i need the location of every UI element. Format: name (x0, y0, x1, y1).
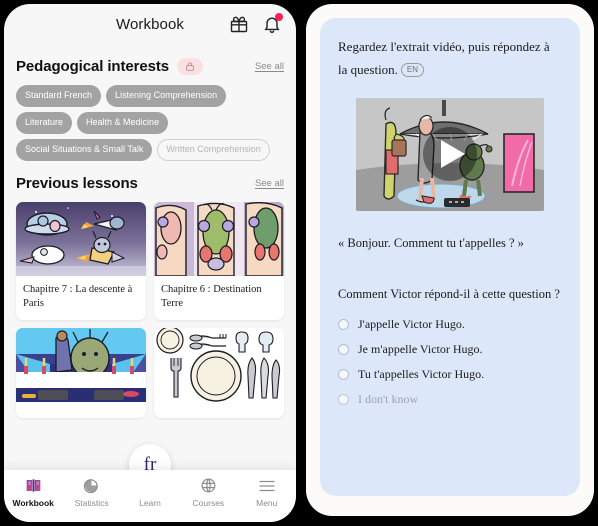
exercise-prompt: Regardez l'extrait vidéo, puis répondez … (338, 36, 562, 82)
nav-label: Learn (139, 498, 161, 508)
nav-label: Menu (256, 498, 278, 508)
lesson-thumbnail-airplane-cabin (154, 202, 284, 276)
book-icon (25, 477, 42, 494)
answer-label: Je m'appelle Victor Hugo. (358, 342, 483, 357)
answer-label: J'appelle Victor Hugo. (358, 317, 465, 332)
notifications-bell[interactable] (262, 13, 283, 34)
answer-option[interactable]: J'appelle Victor Hugo. (338, 312, 562, 337)
answer-choices: J'appelle Victor Hugo. Je m'appelle Vict… (338, 312, 562, 412)
lock-badge (176, 58, 203, 75)
interest-tag[interactable]: Listening Comprehension (106, 85, 227, 107)
video-thumbnail (356, 97, 544, 211)
lessons-header: Previous lessons See all (4, 175, 296, 192)
interests-header: Pedagogical interests See all (4, 58, 296, 75)
nav-item-menu[interactable]: Menu (238, 477, 296, 508)
exercise-phone: Regardez l'extrait vidéo, puis répondez … (306, 4, 594, 516)
interests-title: Pedagogical interests (16, 58, 169, 75)
hamburger-icon (258, 477, 276, 494)
answer-label: I don't know (358, 392, 419, 407)
exercise-question: Comment Victor répond-il à cette questio… (338, 287, 560, 302)
lesson-thumbnail-space-ufo (16, 202, 146, 276)
interest-tag[interactable]: Literature (16, 112, 73, 134)
lesson-card-title (16, 402, 146, 418)
nav-item-learn[interactable]: Learn (121, 477, 179, 508)
dialogue-quote: « Bonjour. Comment tu t'appelles ? » (338, 235, 524, 250)
radio-button[interactable] (338, 369, 349, 381)
lesson-thumbnail-banquet-hall (16, 328, 146, 403)
radio-button[interactable] (338, 394, 349, 406)
nav-item-workbook[interactable]: Workbook (4, 477, 62, 508)
lesson-card[interactable] (154, 328, 284, 419)
answer-option[interactable]: Je m'appelle Victor Hugo. (338, 337, 562, 362)
nav-label: Courses (192, 498, 225, 508)
exercise-prompt-text: Regardez l'extrait vidéo, puis répondez … (338, 39, 550, 77)
language-badge[interactable]: EN (400, 62, 424, 77)
nav-label: Statistics (74, 498, 109, 508)
lessons-title: Previous lessons (16, 175, 138, 192)
lesson-thumbnail-place-setting (154, 328, 284, 403)
answer-option-i-dont-know[interactable]: I don't know (338, 387, 562, 412)
lesson-card-grid: Chapitre 7 : La descente à Paris Chapitr… (4, 192, 296, 419)
radio-button[interactable] (338, 319, 349, 331)
lesson-card[interactable]: Chapitre 7 : La descente à Paris (16, 202, 146, 321)
video-player[interactable] (356, 97, 544, 211)
answer-option[interactable]: Tu t'appelles Victor Hugo. (338, 362, 562, 387)
screenshot-stage: Workbook Pedagogical interests See all S… (0, 0, 598, 526)
interest-tag[interactable]: Health & Medicine (77, 112, 169, 134)
answer-label: Tu t'appelles Victor Hugo. (358, 367, 485, 382)
interest-tag[interactable]: Social Situations & Small Talk (16, 139, 153, 161)
globe-icon (200, 477, 217, 494)
workbook-phone: Workbook Pedagogical interests See all S… (4, 4, 296, 522)
radio-button[interactable] (338, 344, 349, 356)
interest-tag-list: Standard French Listening Comprehension … (4, 75, 296, 161)
lesson-card[interactable]: Chapitre 6 : Destination Terre (154, 202, 284, 321)
app-header: Workbook (4, 4, 296, 44)
interests-see-all-link[interactable]: See all (255, 61, 284, 72)
pie-chart-icon (83, 477, 100, 494)
lessons-see-all-link[interactable]: See all (255, 178, 284, 189)
lesson-card-title: Chapitre 6 : Destination Terre (161, 284, 262, 310)
lock-icon (186, 62, 194, 71)
lesson-card-title: Chapitre 7 : La descente à Paris (23, 284, 133, 310)
notification-badge-dot (275, 13, 283, 21)
lesson-card[interactable] (16, 328, 146, 419)
gift-icon[interactable] (229, 14, 249, 34)
nav-label: Workbook (12, 498, 54, 508)
bottom-navigation: Workbook Statistics Learn Courses Menu (4, 470, 296, 522)
header-actions (229, 13, 283, 34)
nav-item-courses[interactable]: Courses (179, 477, 237, 508)
exercise-card: Regardez l'extrait vidéo, puis répondez … (320, 18, 580, 496)
interest-tag[interactable]: Written Comprehension (157, 139, 270, 161)
interest-tag[interactable]: Standard French (16, 85, 102, 107)
nav-item-statistics[interactable]: Statistics (62, 477, 120, 508)
lesson-card-title (154, 402, 284, 418)
